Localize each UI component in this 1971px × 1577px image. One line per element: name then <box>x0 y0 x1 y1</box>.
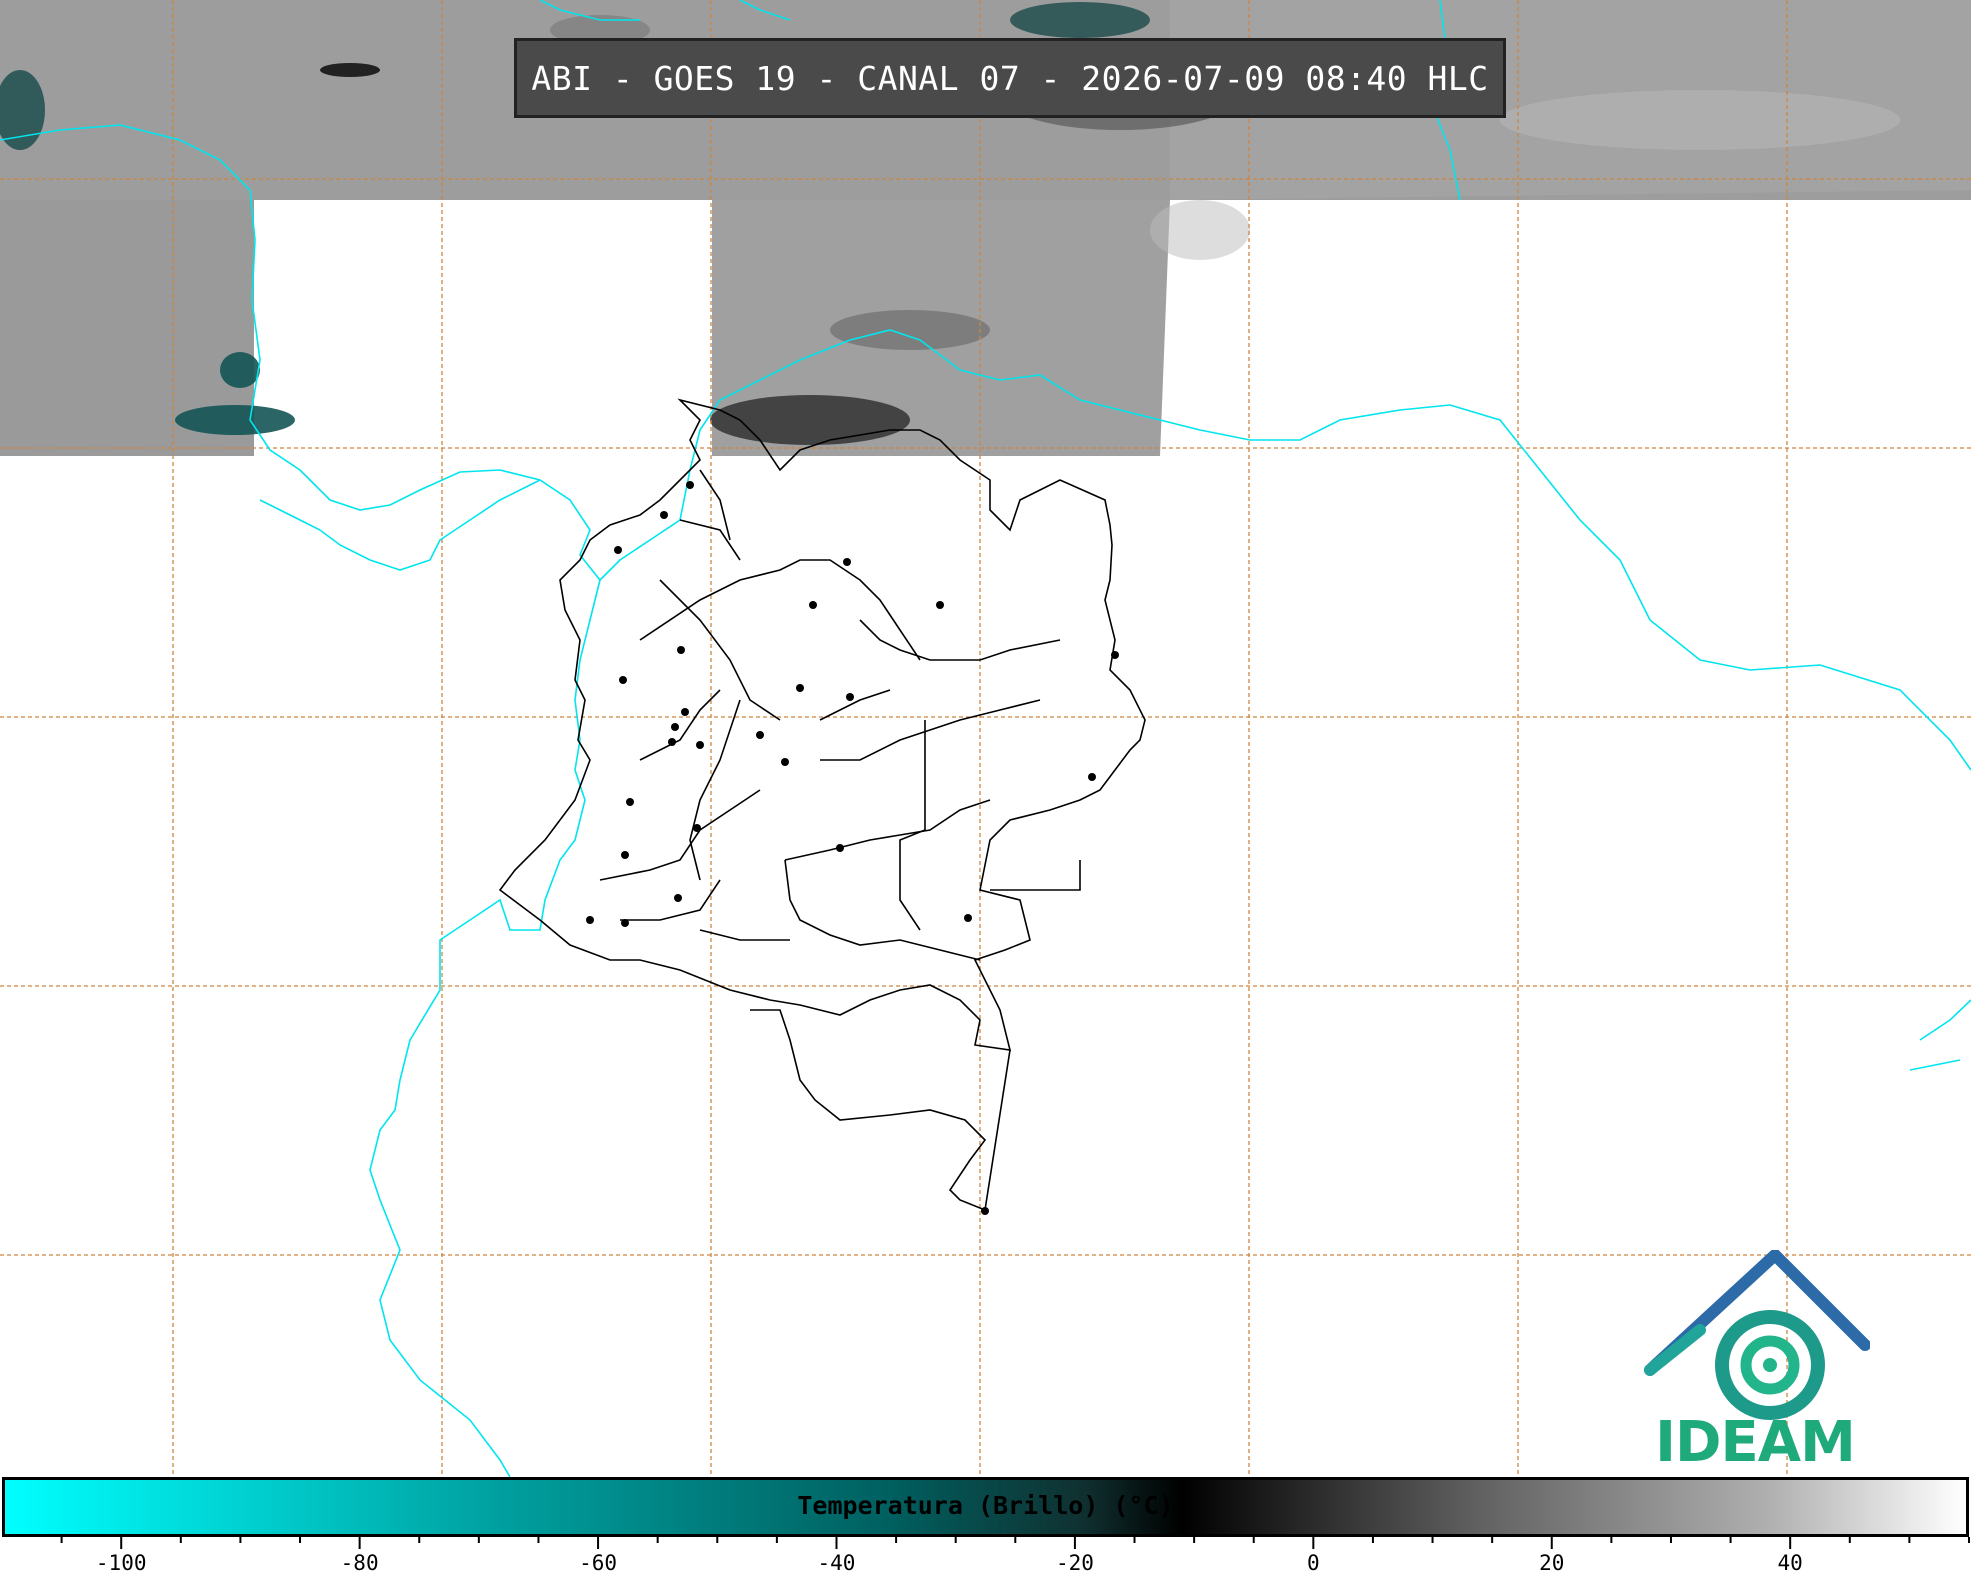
country-borders <box>498 398 1146 1212</box>
colorbar-tick-label: 40 <box>1777 1551 1803 1575</box>
colorbar-tick-label: -40 <box>817 1551 856 1575</box>
colorbar-tick-label: -100 <box>95 1551 147 1575</box>
ideam-logo-text: IDEAM <box>1655 1410 1856 1475</box>
colorbar-tick-label: -20 <box>1055 1551 1094 1575</box>
colorbar-tick-label: 0 <box>1307 1551 1320 1575</box>
city-markers <box>586 481 1119 1215</box>
colorbar-ticks <box>60 1537 1970 1549</box>
colorbar-tick-label: -80 <box>340 1551 379 1575</box>
colorbar-tick-label: 20 <box>1539 1551 1565 1575</box>
colorbar: Temperatura (Brillo) (°C) -100 -80 -60 -40-… <box>0 1477 1971 1577</box>
colorbar-tick-label: -60 <box>579 1551 618 1575</box>
map-title: ABI - GOES 19 - CANAL 07 - 2026-07-09 08… <box>514 38 1506 118</box>
